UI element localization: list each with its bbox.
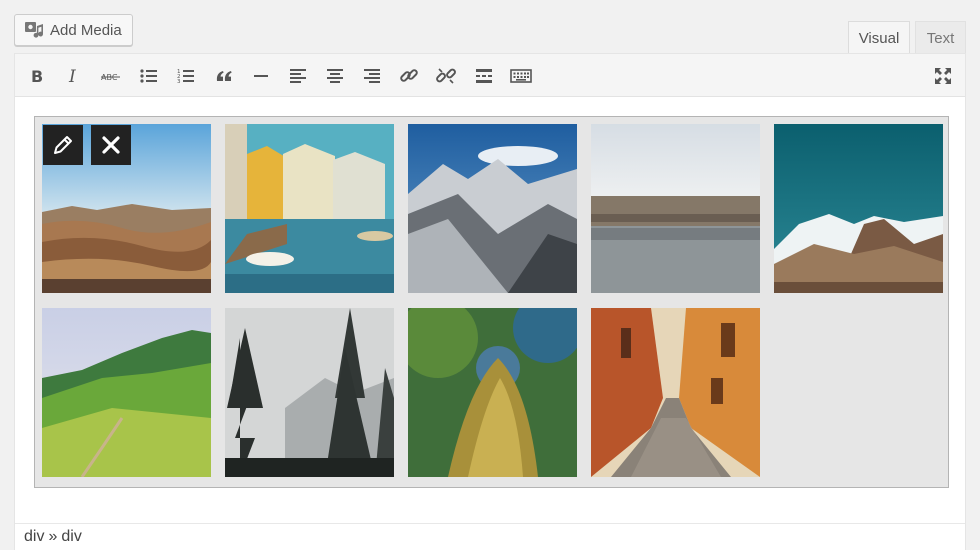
formatting-toolbar: B I ABC 1 2 3 (15, 54, 965, 97)
align-center-icon (327, 69, 343, 83)
bullet-list-icon (140, 69, 157, 83)
gallery-image-4[interactable] (591, 124, 760, 293)
align-left-button[interactable] (284, 62, 312, 90)
svg-text:3: 3 (177, 79, 181, 85)
element-path-statusbar: div » div (15, 523, 965, 550)
media-icon (25, 22, 44, 38)
svg-text:B: B (31, 67, 43, 86)
tab-text[interactable]: Text (915, 21, 966, 54)
italic-button[interactable]: I (60, 62, 88, 90)
svg-text:I: I (68, 67, 76, 86)
strikethrough-icon: ABC (101, 73, 120, 82)
path-separator: » (48, 528, 58, 545)
horizontal-line-icon (254, 75, 268, 77)
toolbar-toggle-button[interactable] (507, 62, 535, 90)
link-icon (400, 69, 418, 82)
gallery-image-2[interactable] (225, 124, 394, 293)
editor-window: Add Media Visual Text B I ABC 1 2 3 div … (0, 0, 980, 550)
align-center-button[interactable] (321, 62, 349, 90)
gallery-edit-button[interactable] (43, 125, 83, 165)
keyboard-icon (510, 69, 532, 83)
gallery-image-9[interactable] (591, 308, 760, 477)
italic-icon: I (68, 67, 76, 86)
add-media-label: Add Media (50, 21, 122, 39)
strikethrough-button[interactable]: ABC (97, 62, 125, 90)
close-icon (102, 136, 120, 154)
align-right-icon (364, 69, 380, 83)
tab-text-label: Text (926, 29, 955, 47)
insert-more-button[interactable] (470, 62, 498, 90)
path-item-div-1[interactable]: div (24, 528, 44, 546)
gallery-block[interactable] (34, 116, 949, 488)
cobblestone-alley-image (591, 308, 760, 477)
teal-sky-mountain-image (774, 124, 943, 293)
align-right-button[interactable] (358, 62, 386, 90)
editor-area: B I ABC 1 2 3 div » div (14, 53, 966, 550)
quote-icon (216, 71, 232, 81)
read-more-icon (476, 69, 492, 83)
editor-content[interactable] (15, 98, 965, 523)
gallery-image-8[interactable] (408, 308, 577, 477)
remove-link-button[interactable] (432, 62, 460, 90)
foggy-pines-image (225, 308, 394, 477)
snowy-mountain-image (408, 124, 577, 293)
canal-town-image (225, 124, 394, 293)
tab-visual[interactable]: Visual (848, 21, 910, 54)
gallery-image-7[interactable] (225, 308, 394, 477)
fullscreen-button[interactable] (929, 62, 957, 90)
bold-icon: B (31, 67, 43, 86)
horizontal-line-button[interactable] (247, 62, 275, 90)
gallery-image-5[interactable] (774, 124, 943, 293)
pencil-icon (54, 136, 72, 154)
tab-visual-label: Visual (858, 29, 900, 47)
bold-button[interactable]: B (23, 62, 51, 90)
numbered-list-icon: 1 2 3 (177, 69, 194, 85)
numbered-list-button[interactable]: 1 2 3 (172, 62, 200, 90)
fullscreen-icon (935, 68, 951, 84)
add-media-button[interactable]: Add Media (14, 14, 133, 46)
blockquote-button[interactable] (210, 62, 238, 90)
gallery-image-6[interactable] (42, 308, 211, 477)
gallery-image-3[interactable] (408, 124, 577, 293)
unlink-icon (436, 68, 456, 84)
gallery-remove-button[interactable] (91, 125, 131, 165)
mossy-trunk-image (408, 308, 577, 477)
lake-shore-image (591, 124, 760, 293)
insert-link-button[interactable] (395, 62, 423, 90)
bulleted-list-button[interactable] (135, 62, 163, 90)
path-item-div-2[interactable]: div (61, 528, 81, 546)
align-left-icon (290, 69, 306, 83)
green-hills-image (42, 308, 211, 477)
